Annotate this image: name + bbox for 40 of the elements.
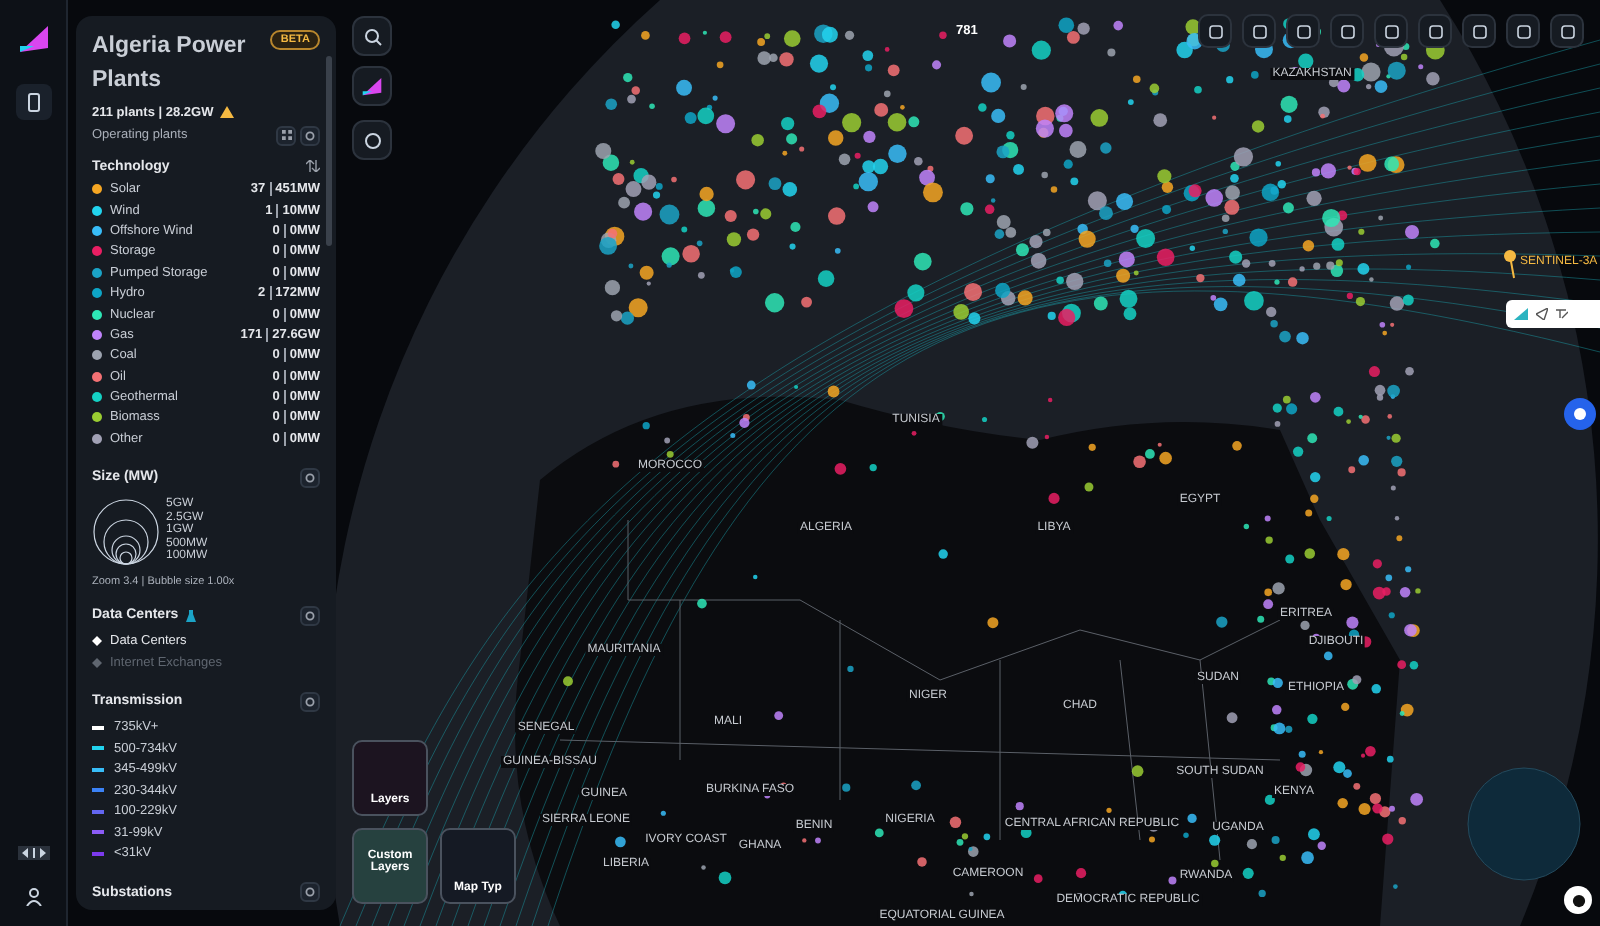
diamond-icon[interactable]	[92, 636, 102, 647]
layout-button[interactable]	[1550, 14, 1584, 48]
tower-button[interactable]	[1418, 14, 1452, 48]
user-icon[interactable]	[25, 888, 41, 906]
circle-icon	[363, 131, 381, 149]
circle-button[interactable]	[352, 120, 392, 160]
battery-button[interactable]	[15, 84, 51, 120]
logo-icon	[360, 74, 384, 98]
settings-button[interactable]	[300, 467, 320, 488]
settings-icon	[304, 129, 316, 141]
bookmark-button[interactable]	[1242, 14, 1276, 48]
settings-button[interactable]	[300, 882, 320, 903]
settings-icon	[304, 886, 316, 899]
search-button[interactable]	[352, 16, 392, 56]
translate-icon[interactable]	[1556, 308, 1568, 320]
panel-title: Algeria Power Plants	[92, 32, 248, 97]
battery-icon	[27, 92, 39, 112]
satellite-icon[interactable]	[1500, 248, 1520, 280]
settings-icon	[304, 471, 316, 484]
grid-button[interactable]	[276, 125, 296, 145]
logo-button[interactable]	[352, 66, 392, 106]
undo-button[interactable]	[1198, 14, 1232, 48]
bubble-size-icon	[92, 497, 160, 566]
settings-button[interactable]	[300, 605, 320, 626]
settings-icon	[304, 695, 316, 708]
search-icon	[363, 27, 381, 45]
settings-button[interactable]	[300, 691, 320, 712]
sort-icon[interactable]	[306, 160, 320, 172]
image-button[interactable]	[1462, 14, 1496, 48]
flask-icon	[186, 609, 197, 622]
warning-icon	[219, 106, 234, 118]
share-button[interactable]	[1506, 14, 1540, 48]
logo-icon[interactable]	[15, 20, 51, 56]
settings-icon	[304, 609, 316, 622]
settings-button[interactable]	[300, 125, 320, 145]
send-icon[interactable]	[1536, 308, 1548, 320]
grid-button[interactable]	[1286, 14, 1320, 48]
text-button[interactable]	[1330, 14, 1364, 48]
globe-button[interactable]	[1374, 14, 1408, 48]
collapse-toggle-icon[interactable]	[17, 846, 49, 860]
